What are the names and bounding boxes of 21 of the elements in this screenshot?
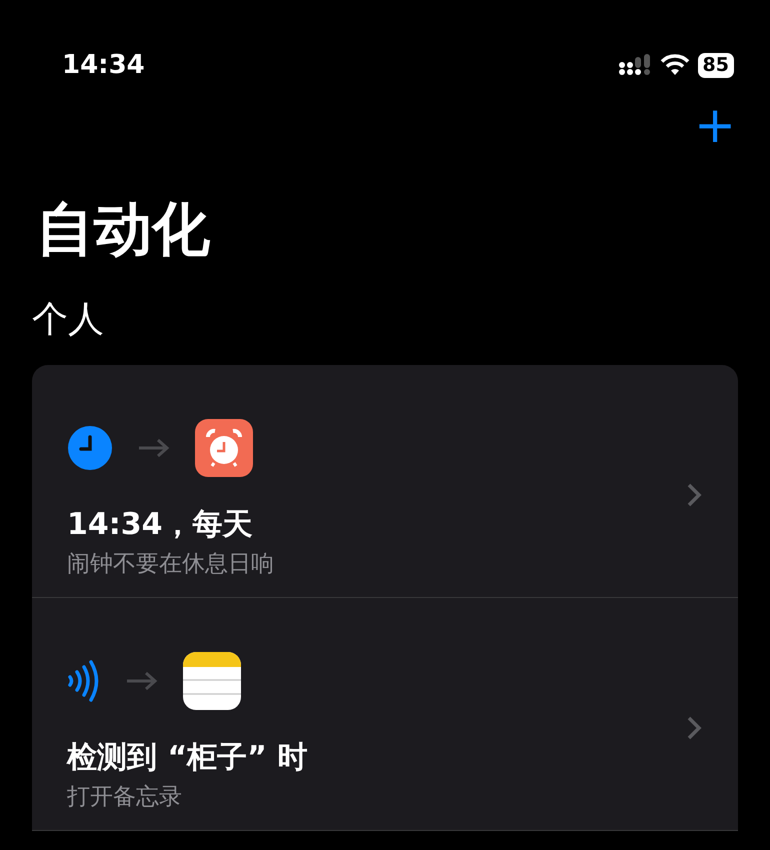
status-time: 14:34 bbox=[62, 48, 145, 82]
nfc-waves-icon bbox=[67, 660, 101, 702]
automation-subtitle: 闹钟不要在休息日响 bbox=[67, 550, 275, 580]
arrow-icon bbox=[137, 437, 171, 460]
chevron-icon bbox=[686, 482, 702, 508]
automation-title: 14:34，每天 bbox=[67, 507, 254, 544]
battery-level: 85 bbox=[698, 52, 734, 78]
automation-row[interactable]: 14:34，每天 闹钟不要在休息日响 bbox=[32, 365, 738, 598]
section-header: 个人 bbox=[31, 300, 105, 340]
automation-subtitle: 打开备忘录 bbox=[67, 783, 183, 812]
page-title: 自动化 bbox=[35, 198, 211, 262]
automation-row[interactable]: 检测到 “柜子” 时 打开备忘录 bbox=[32, 598, 738, 832]
notes-app-icon bbox=[183, 652, 241, 710]
chevron-icon bbox=[686, 715, 702, 742]
automation-title: 检测到 “柜子” 时 bbox=[67, 740, 308, 776]
wifi-icon bbox=[660, 54, 690, 76]
alarm-clock-app-icon bbox=[195, 419, 253, 478]
arrow-icon bbox=[125, 670, 159, 692]
add-button[interactable]: + bbox=[694, 100, 736, 150]
clock-icon bbox=[67, 425, 113, 472]
cellular-signal-icon bbox=[618, 54, 652, 76]
